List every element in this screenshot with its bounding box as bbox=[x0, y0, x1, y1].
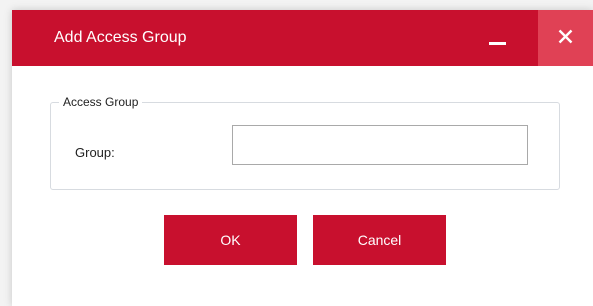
close-icon bbox=[558, 29, 573, 44]
group-input[interactable] bbox=[232, 125, 528, 165]
title-bar: Add Access Group bbox=[12, 10, 593, 66]
groupbox-title: Access Group bbox=[59, 94, 143, 110]
minimize-icon bbox=[489, 42, 506, 45]
dialog-title: Add Access Group bbox=[54, 29, 187, 46]
access-group-groupbox: Access Group Group: bbox=[50, 94, 560, 190]
add-access-group-dialog: Add Access Group Access Group Group: OK … bbox=[12, 10, 593, 306]
close-button[interactable] bbox=[538, 10, 593, 66]
ok-button[interactable]: OK bbox=[164, 215, 297, 265]
group-label: Group: bbox=[75, 145, 115, 160]
minimize-button[interactable] bbox=[472, 10, 526, 66]
cancel-button[interactable]: Cancel bbox=[313, 215, 446, 265]
